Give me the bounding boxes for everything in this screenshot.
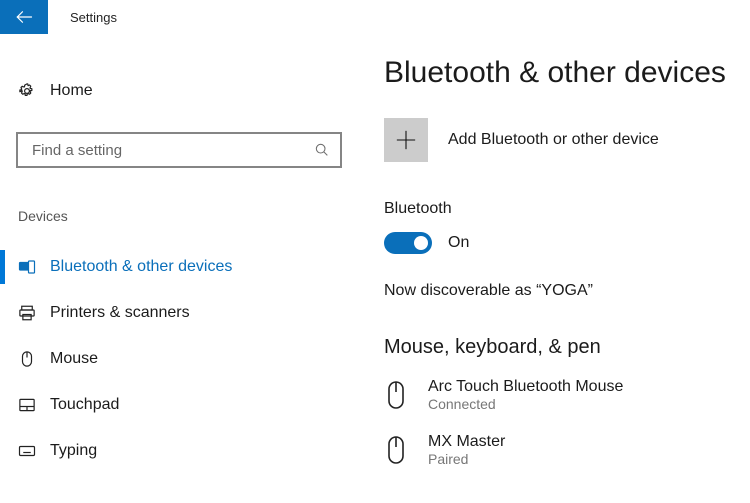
nav-label: Touchpad xyxy=(50,396,119,414)
discoverable-status: Now discoverable as “YOGA” xyxy=(384,282,750,300)
nav-printers-scanners[interactable]: Printers & scanners xyxy=(0,290,362,336)
keyboard-icon xyxy=(18,442,36,460)
bluetooth-toggle[interactable] xyxy=(384,232,432,254)
device-status: Paired xyxy=(428,451,505,467)
device-item[interactable]: MX Master Paired xyxy=(384,432,750,467)
mouse-icon xyxy=(384,380,408,410)
nav-label: Mouse xyxy=(50,350,98,368)
arrow-left-icon xyxy=(15,8,33,26)
touchpad-icon xyxy=(18,396,36,414)
add-device-button[interactable] xyxy=(384,118,428,162)
add-device-row[interactable]: Add Bluetooth or other device xyxy=(384,118,750,162)
home-label: Home xyxy=(50,82,93,100)
mouse-icon xyxy=(18,350,36,368)
device-name: MX Master xyxy=(428,432,505,451)
device-status: Connected xyxy=(428,396,623,412)
back-button[interactable] xyxy=(0,0,48,34)
nav-label: Printers & scanners xyxy=(50,304,190,322)
category-header: Devices xyxy=(0,208,362,224)
plus-icon xyxy=(395,129,417,151)
mouse-icon xyxy=(384,435,408,465)
page-heading: Bluetooth & other devices xyxy=(384,56,750,90)
device-name: Arc Touch Bluetooth Mouse xyxy=(428,377,623,396)
bluetooth-toggle-state: On xyxy=(448,234,469,252)
printer-icon xyxy=(18,304,36,322)
search-input[interactable] xyxy=(30,141,308,160)
nav-label: Bluetooth & other devices xyxy=(50,258,232,276)
device-item[interactable]: Arc Touch Bluetooth Mouse Connected xyxy=(384,377,750,412)
nav-label: Typing xyxy=(50,442,97,460)
nav-mouse[interactable]: Mouse xyxy=(0,336,362,382)
nav-typing[interactable]: Typing xyxy=(0,428,362,474)
add-device-label: Add Bluetooth or other device xyxy=(448,131,659,149)
window-title: Settings xyxy=(48,0,117,34)
nav-touchpad[interactable]: Touchpad xyxy=(0,382,362,428)
device-list-heading: Mouse, keyboard, & pen xyxy=(384,336,750,359)
bluetooth-section-label: Bluetooth xyxy=(384,200,750,218)
search-icon xyxy=(314,142,330,158)
nav-bluetooth-other-devices[interactable]: Bluetooth & other devices xyxy=(0,244,362,290)
devices-icon xyxy=(18,258,36,276)
search-box[interactable] xyxy=(16,132,342,168)
home-nav[interactable]: Home xyxy=(0,72,362,110)
gear-icon xyxy=(18,82,36,100)
